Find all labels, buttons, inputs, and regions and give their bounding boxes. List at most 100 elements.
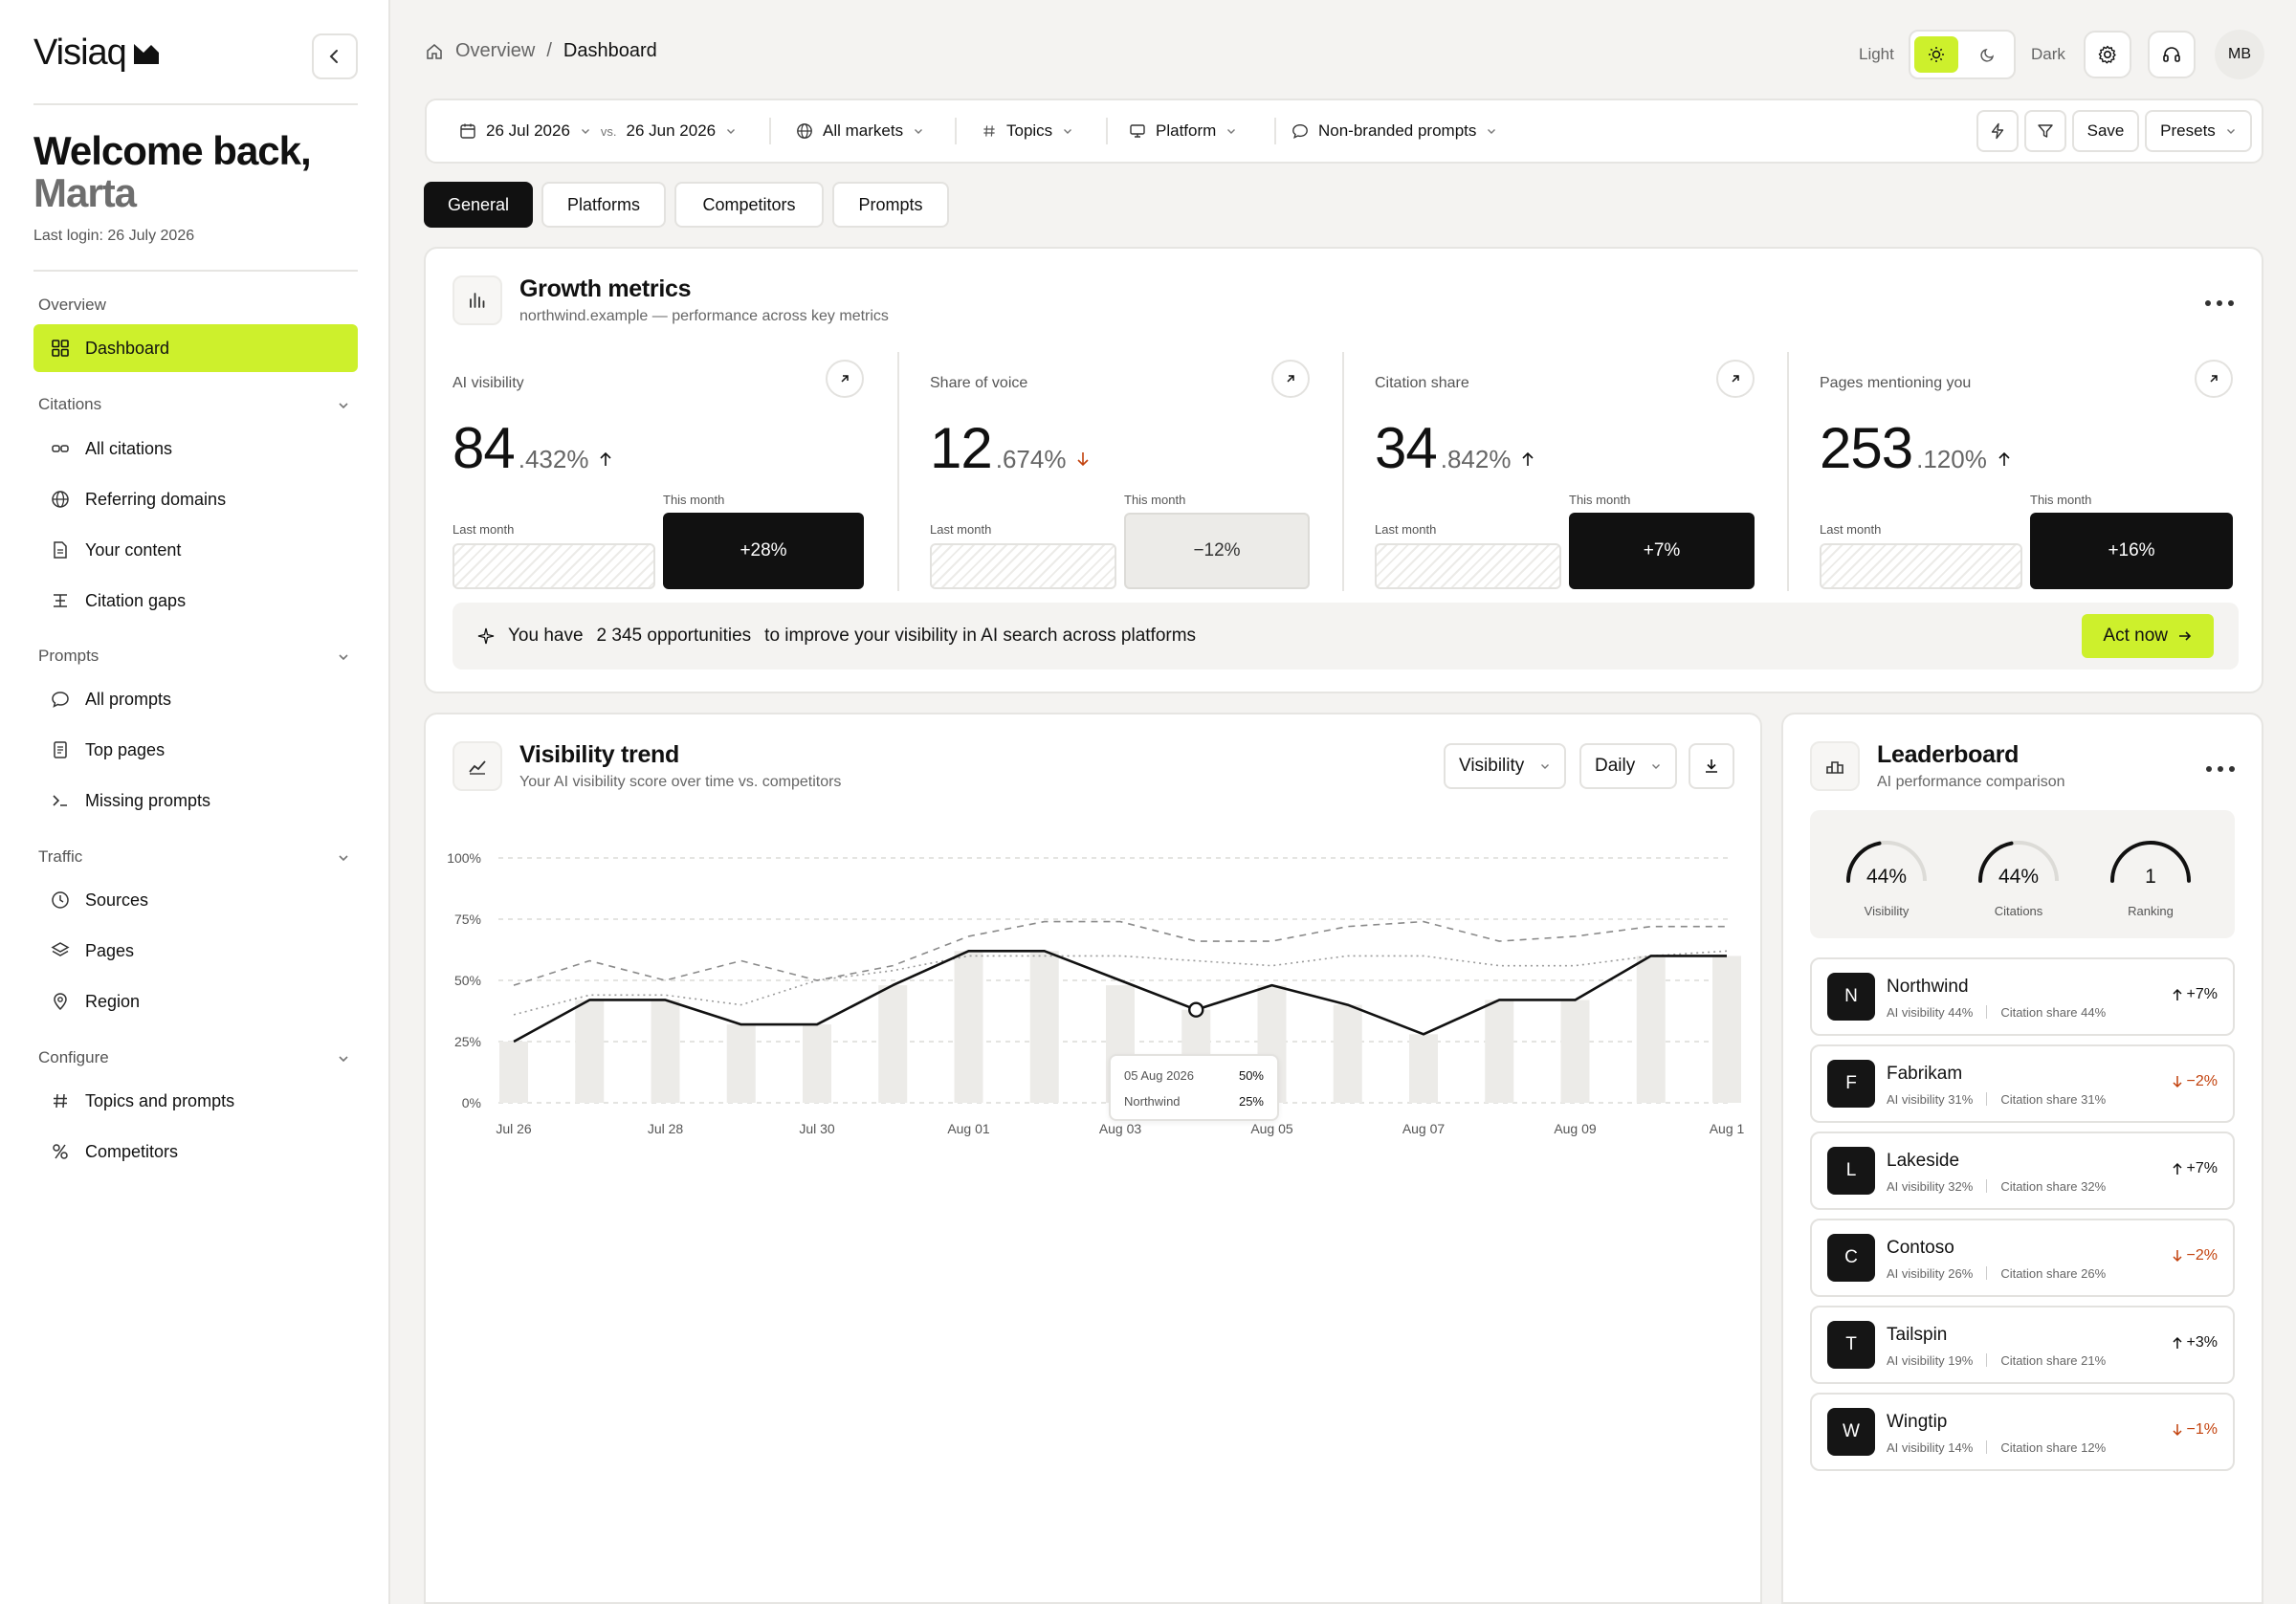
metric-value: 84 .432% bbox=[453, 415, 613, 481]
calendar-icon bbox=[460, 123, 475, 139]
arrow-up-icon bbox=[2173, 988, 2182, 1000]
arrow-up-right-icon[interactable] bbox=[826, 360, 864, 398]
leaderboard-card: Leaderboard AI performance comparison 44… bbox=[1781, 713, 2263, 1604]
collapse-sidebar-button[interactable] bbox=[312, 33, 358, 79]
sidebar-item-missing-prompts[interactable]: Missing prompts bbox=[33, 777, 358, 824]
last-login: Last login: 26 July 2026 bbox=[33, 228, 195, 244]
last-month-label: Last month bbox=[453, 522, 515, 537]
leaderboard-row-tailspin[interactable]: T Tailspin AI visibility 19% Citation sha… bbox=[1810, 1306, 2235, 1384]
theme-light-option[interactable] bbox=[1914, 36, 1958, 73]
last-month-bar bbox=[1375, 543, 1561, 589]
arrow-up-icon bbox=[1522, 451, 1534, 466]
leaderboard-row-lakeside[interactable]: L Lakeside AI visibility 32% Citation sha… bbox=[1810, 1132, 2235, 1210]
sidebar-item-label: Referring domains bbox=[85, 489, 227, 509]
last-month-label: Last month bbox=[1375, 522, 1437, 537]
act-now-button[interactable]: Act now bbox=[2082, 614, 2214, 658]
sidebar-item-pages[interactable]: Pages bbox=[33, 927, 358, 975]
x-tick-label: Aug 07 bbox=[1402, 1121, 1446, 1136]
more-options-icon[interactable] bbox=[2205, 298, 2234, 308]
sidebar-item-competitors[interactable]: Competitors bbox=[33, 1128, 358, 1176]
leaderboard-row-fabrikam[interactable]: F Fabrikam AI visibility 31% Citation sha… bbox=[1810, 1044, 2235, 1123]
card-title: Visibility trend bbox=[519, 741, 680, 768]
leaderboard-row-northwind[interactable]: N Northwind AI visibility 44% Citation sh… bbox=[1810, 957, 2235, 1036]
date-vs-label: vs. bbox=[600, 123, 617, 139]
sidebar-item-all-citations[interactable]: All citations bbox=[33, 425, 358, 472]
company-name: Contoso bbox=[1887, 1238, 1954, 1258]
sidebar-item-label: Topics and prompts bbox=[85, 1090, 235, 1110]
chevron-down-icon[interactable] bbox=[337, 399, 350, 412]
leaderboard-row-contoso[interactable]: C Contoso AI visibility 26% Citation shar… bbox=[1810, 1219, 2235, 1297]
visibility-trend-chart[interactable]: 100% 75% 50% 25% 0% Jul 26 Jul 28 Jul 30 Aug 01 A… bbox=[426, 829, 1760, 1154]
metric-label: Pages mentioning you bbox=[1820, 375, 1972, 391]
arrow-up-right-icon[interactable] bbox=[1716, 360, 1755, 398]
logo-mark-icon bbox=[133, 43, 159, 64]
chevron-down-icon[interactable] bbox=[337, 1052, 350, 1066]
app-name: Visiaq bbox=[33, 33, 127, 73]
arrow-up-right-icon[interactable] bbox=[2195, 360, 2233, 398]
date-range-picker[interactable]: 26 Jul 2026 vs. 26 Jun 2026 bbox=[459, 100, 737, 162]
company-citation-share: Citation share 31% bbox=[2000, 1092, 2107, 1107]
sidebar-item-all-prompts[interactable]: All prompts bbox=[33, 675, 358, 723]
bar-chart-icon bbox=[453, 275, 502, 325]
arrow-down-icon bbox=[2173, 1250, 2182, 1263]
sidebar-item-citation-gaps[interactable]: Citation gaps bbox=[33, 577, 358, 625]
divider bbox=[1106, 118, 1108, 144]
sidebar-item-dashboard[interactable]: Dashboard bbox=[33, 324, 358, 372]
breadcrumb-root[interactable]: Overview bbox=[455, 40, 535, 62]
last-month-bar bbox=[930, 543, 1116, 589]
metric-value-integer: 253 bbox=[1820, 416, 1913, 480]
settings-button[interactable] bbox=[2084, 31, 2131, 78]
quick-actions-button[interactable] bbox=[1976, 110, 2019, 152]
sidebar-item-referring-domains[interactable]: Referring domains bbox=[33, 475, 358, 523]
tooltip-series-value: 25% bbox=[1238, 1094, 1264, 1109]
welcome-heading: Welcome back, Marta bbox=[33, 130, 312, 214]
save-button[interactable]: Save bbox=[2072, 110, 2139, 152]
chevron-down-icon bbox=[727, 129, 736, 134]
podium-icon bbox=[1810, 741, 1860, 791]
bar bbox=[1636, 956, 1666, 1103]
tab-platforms[interactable]: Platforms bbox=[541, 182, 666, 228]
sidebar-item-top-pages[interactable]: Top pages bbox=[33, 726, 358, 774]
arrow-up-icon bbox=[2173, 1162, 2182, 1175]
markets-filter[interactable]: All markets bbox=[796, 100, 924, 162]
company-name: Wingtip bbox=[1887, 1412, 1948, 1432]
y-tick-label: 100% bbox=[447, 850, 481, 866]
presets-dropdown[interactable]: Presets bbox=[2145, 110, 2252, 152]
theme-dark-option[interactable] bbox=[1966, 36, 2010, 73]
tab-competitors[interactable]: Competitors bbox=[674, 182, 824, 228]
theme-toggle[interactable] bbox=[1909, 30, 2016, 79]
metric-value: 34 .842% bbox=[1375, 415, 1535, 481]
y-tick-label: 0% bbox=[462, 1095, 481, 1110]
sparkle-icon bbox=[477, 627, 495, 645]
arrow-up-right-icon[interactable] bbox=[1271, 360, 1310, 398]
metric-value-decimal: .120% bbox=[1916, 445, 1987, 473]
x-tick-label: Jul 28 bbox=[648, 1121, 684, 1136]
filter-button[interactable] bbox=[2024, 110, 2066, 152]
lightning-icon bbox=[1991, 122, 2004, 140]
more-options-icon[interactable] bbox=[2206, 764, 2235, 774]
presets-label: Presets bbox=[2160, 121, 2216, 140]
metric-value-decimal: .842% bbox=[1440, 445, 1512, 473]
support-button[interactable] bbox=[2148, 31, 2196, 78]
metric-select[interactable]: Visibility bbox=[1444, 743, 1567, 789]
chevron-down-icon bbox=[915, 129, 923, 134]
prompts-filter[interactable]: Non-branded prompts bbox=[1292, 100, 1497, 162]
platform-filter[interactable]: Platform bbox=[1129, 100, 1237, 162]
user-avatar[interactable]: MB bbox=[2215, 30, 2264, 79]
chevron-down-icon[interactable] bbox=[337, 650, 350, 664]
sidebar-item-sources[interactable]: Sources bbox=[33, 876, 358, 924]
home-icon[interactable] bbox=[425, 42, 444, 61]
sidebar-item-topics-and-prompts[interactable]: Topics and prompts bbox=[33, 1077, 358, 1125]
sidebar-item-your-content[interactable]: Your content bbox=[33, 526, 358, 574]
sidebar-item-label: Top pages bbox=[85, 739, 166, 759]
chevron-down-icon[interactable] bbox=[337, 851, 350, 865]
period-select[interactable]: Daily bbox=[1579, 743, 1678, 789]
topics-filter[interactable]: Topics bbox=[982, 100, 1073, 162]
company-delta-value: −2% bbox=[2186, 1073, 2218, 1089]
sidebar-item-region[interactable]: Region bbox=[33, 978, 358, 1025]
leaderboard-row-wingtip[interactable]: W Wingtip AI visibility 14% Citation shar… bbox=[1810, 1393, 2235, 1471]
app-logo[interactable]: Visiaq bbox=[33, 33, 161, 74]
tab-general[interactable]: General bbox=[424, 182, 533, 228]
tab-prompts[interactable]: Prompts bbox=[832, 182, 949, 228]
download-button[interactable] bbox=[1689, 743, 1734, 789]
